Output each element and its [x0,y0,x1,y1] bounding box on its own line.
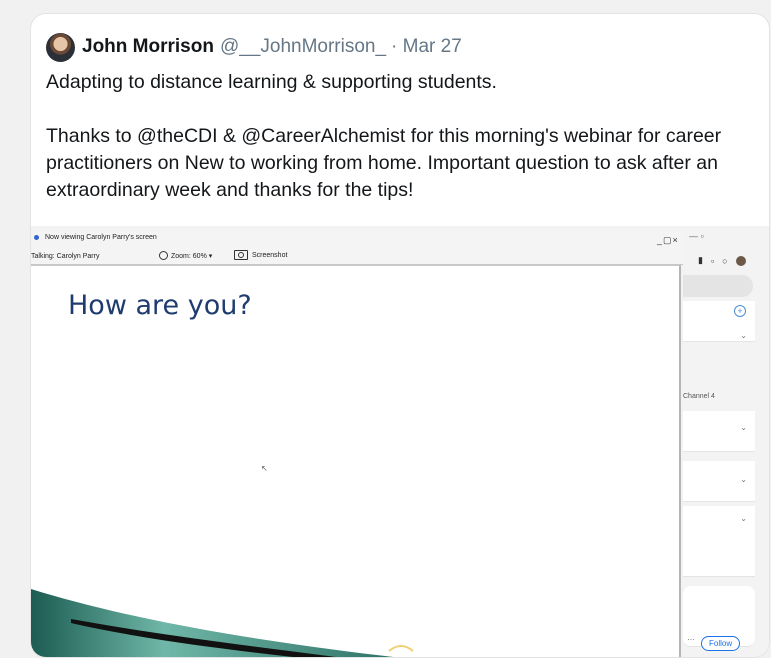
chevron-down-icon: ⌄ [740,514,747,523]
circle-icon: ○ [722,255,728,266]
tweet-paragraph-1: Adapting to distance learning & supporti… [46,71,497,93]
viewing-label: Now viewing Carolyn Parry's screen [45,234,157,241]
mouse-cursor-icon: ↖ [261,464,268,473]
side-panel-row-3: ⌄ [683,461,755,502]
camera-icon [234,250,248,260]
attached-screenshot[interactable]: Now viewing Carolyn Parry's screen Talki… [31,226,769,657]
avatar[interactable] [46,32,75,62]
chevron-down-icon: ⌄ [740,331,747,340]
screen-share-toolbar: Now viewing Carolyn Parry's screen Talki… [31,231,683,265]
side-panel-row-1: + ⌄ [683,301,755,342]
side-panel-row-2: ⌄ [683,411,755,452]
add-icon: + [734,305,746,317]
side-search [683,275,753,297]
chevron-down-icon: ⌄ [740,423,747,432]
follow-button: Follow [701,636,741,651]
zoom-control: Zoom: 60% ▾ [159,251,212,260]
tweet-card[interactable]: John Morrison @__JohnMorrison_ · Mar 27 … [30,13,770,658]
chevron-down-icon: ⌄ [740,475,747,484]
side-window-controls: — ▫ [689,231,704,241]
zoom-icon [159,251,168,260]
tweet-header: John Morrison @__JohnMorrison_ · Mar 27 [46,32,462,62]
side-panel: — ▫ ▮ ▫ ○ + ⌄ Channel 4 ⌄ ⌄ ⌄ ··· Follow [683,231,769,657]
side-channel-label: Channel 4 [683,393,715,400]
slide-title: How are you? [68,290,252,321]
zoom-label: Zoom: 60% ▾ [171,252,213,260]
shared-slide: How are you? ↖ [31,265,681,657]
more-icon: ··· [687,635,695,644]
app-icon [34,235,39,240]
talking-label: Talking: Carolyn Parry [31,253,100,260]
slide-decoration [31,589,414,657]
side-panel-row-4: ⌄ [683,506,755,577]
bookmark-icon: ▮ [698,255,703,265]
tweet-text: Adapting to distance learning & supporti… [46,69,761,204]
tweet-date[interactable]: · Mar 27 [391,36,462,58]
author-name[interactable]: John Morrison [82,36,214,58]
tweet-paragraph-2: Thanks to @theCDI & @CareerAlchemist for… [46,125,722,201]
globe-icon [735,255,746,266]
screenshot-label: Screenshot [252,251,288,259]
side-toolbar: ▮ ▫ ○ [698,255,746,266]
window-controls: _▢× [657,235,679,245]
settings-icon: ▫ [710,255,715,266]
screenshot-button: Screenshot [234,250,287,260]
author-handle[interactable]: @__JohnMorrison_ [220,36,386,58]
